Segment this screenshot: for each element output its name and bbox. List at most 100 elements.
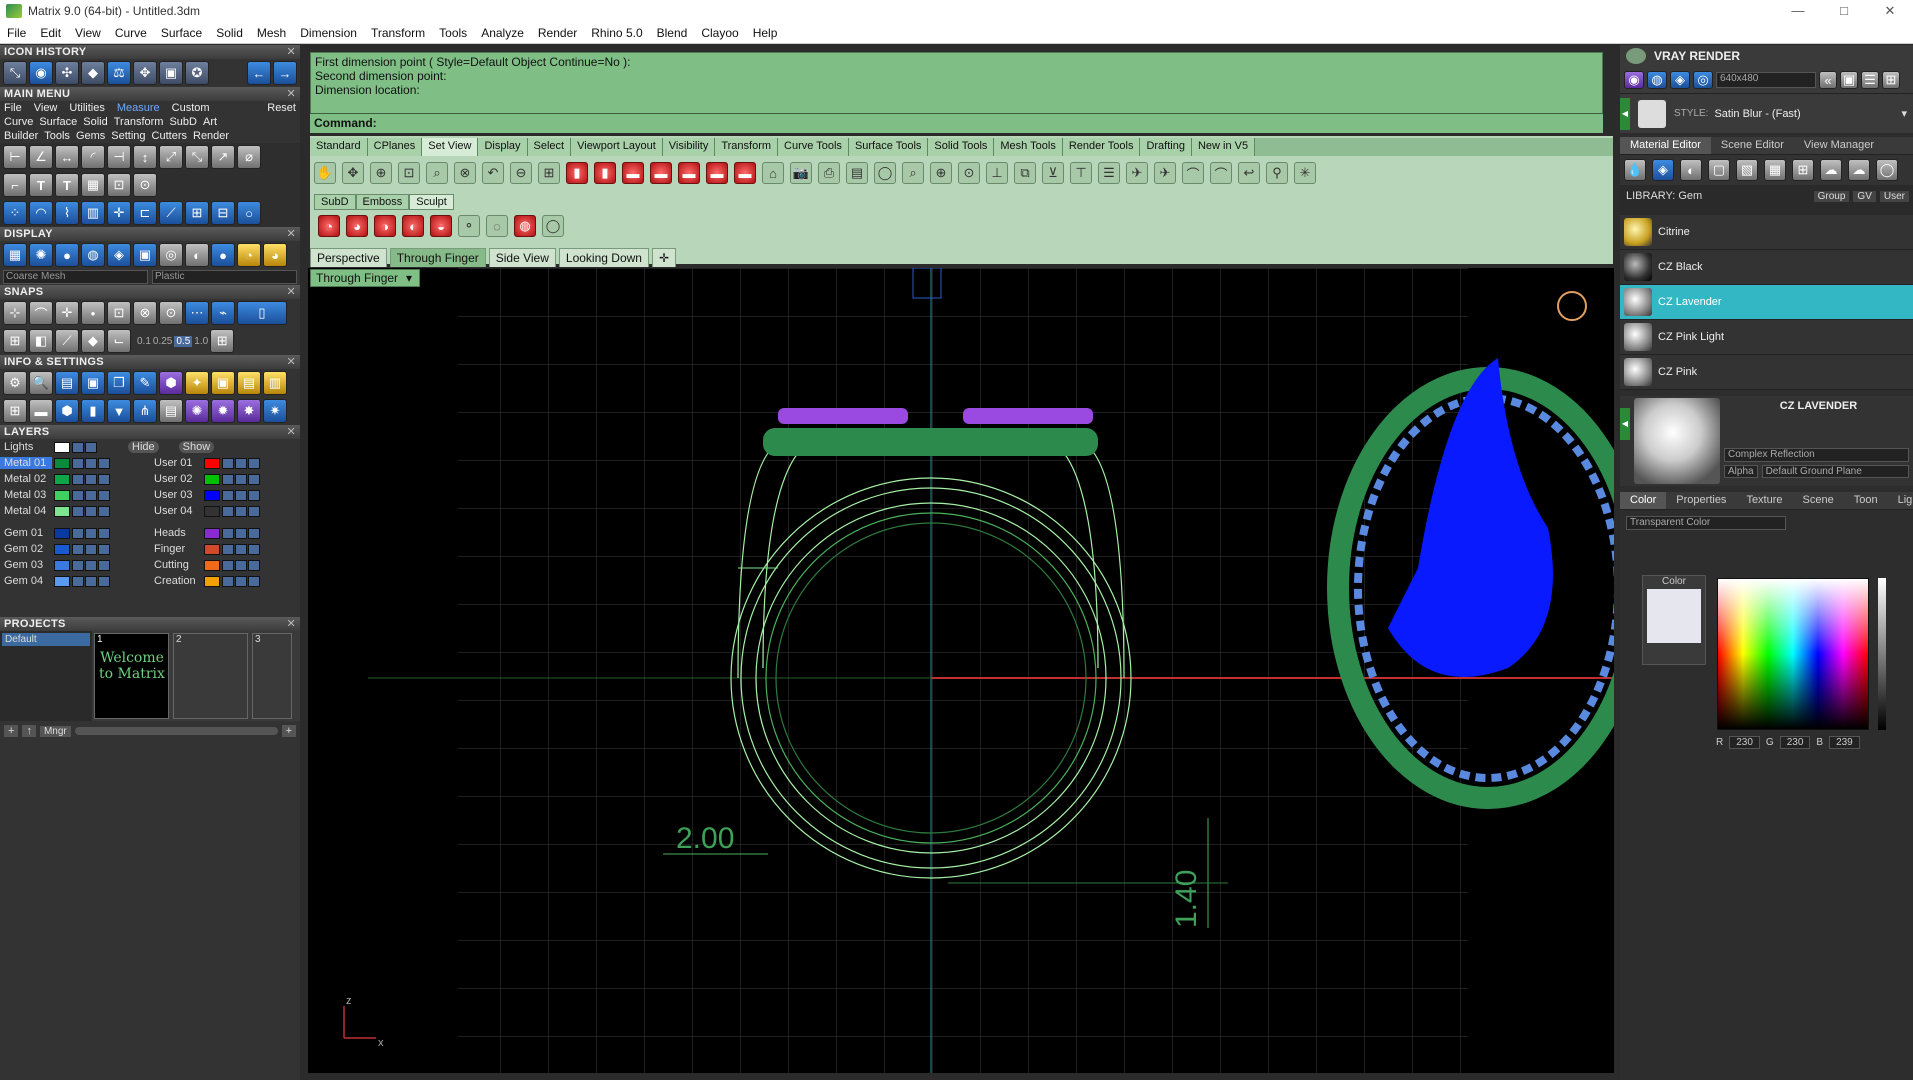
radius-icon[interactable]: ◜ [81,145,105,169]
layer-lock-toggle[interactable] [235,489,247,501]
group-button[interactable]: Group [1813,190,1850,202]
color-picker[interactable] [1717,578,1869,730]
layer-color-swatch[interactable] [204,575,220,587]
xray-icon[interactable]: ▣ [133,243,157,267]
zoom-extents-icon[interactable]: ⊡ [398,162,420,184]
zoom-selected-icon[interactable]: ⊗ [454,162,476,184]
ground-dropdown[interactable]: Default Ground Plane [1761,465,1909,478]
menu-edit[interactable]: Edit [33,26,68,40]
list-icon[interactable]: ☰ [1861,71,1879,89]
layer-visible-toggle[interactable] [222,505,234,517]
stripe-material-icon[interactable]: ▧ [1736,159,1758,181]
layer-color-swatch[interactable] [204,559,220,571]
snap-near-icon[interactable]: ⌒ [29,301,53,325]
tab-view-manager[interactable]: View Manager [1794,137,1884,154]
block-icon[interactable]: ▬ [29,399,53,423]
vp-tab-through-finger[interactable]: Through Finger [389,248,486,267]
render-view-2-icon[interactable]: ▮ [594,162,616,184]
project-thumb-1[interactable]: 1 Welcome to Matrix [94,633,169,719]
mm-utilities[interactable]: Utilities [69,102,104,114]
snap-int-icon[interactable]: ⊗ [133,301,157,325]
tab-display[interactable]: Display [478,138,528,156]
menu-help[interactable]: Help [746,26,785,40]
layer-color-swatch[interactable] [204,457,220,469]
layer-gem-03[interactable]: Gem 03 [0,557,150,573]
material-cz-pink[interactable]: CZ Pink [1620,355,1913,390]
frame-icon[interactable]: ▣ [1840,71,1858,89]
layer-color-swatch[interactable] [204,543,220,555]
sculpt-pinch-icon[interactable]: ◐ [402,215,424,237]
hide-button[interactable]: Hide [128,441,159,453]
project-thumb-3[interactable]: 3 [252,633,292,719]
resolution-dropdown[interactable]: 640x480 [1716,72,1816,88]
layer-visible-toggle[interactable] [72,505,84,517]
menu-transform[interactable]: Transform [364,26,432,40]
bars-icon[interactable]: ▥ [81,201,105,225]
layer-metal-04[interactable]: Metal 04 [0,503,150,519]
close-icon[interactable]: ✕ [286,45,296,59]
settings-tool-icon[interactable]: ✪ [185,61,209,85]
expand-icon[interactable]: ◀ [1620,97,1630,130]
snap-point-icon[interactable]: ✛ [55,301,79,325]
menu-tools[interactable]: Tools [432,26,474,40]
render-region-icon[interactable]: ◍ [1647,71,1667,89]
layer-visible-toggle[interactable] [72,559,84,571]
render-view-1-icon[interactable]: ▮ [566,162,588,184]
material-citrine[interactable]: Citrine [1620,215,1913,250]
sphere-material-icon[interactable]: ◐ [1680,159,1702,181]
snap-tan-icon[interactable]: ⋯ [185,301,209,325]
layer-heads[interactable]: Heads [150,525,300,541]
circle-icon[interactable]: ○ [237,201,261,225]
explode-icon[interactable]: ✹ [211,399,235,423]
export-icon[interactable]: ▥ [263,371,287,395]
layer-cutting[interactable]: Cutting [150,557,300,573]
cloud-material-icon[interactable]: ☁ [1820,159,1842,181]
tab-material-editor[interactable]: Material Editor [1620,137,1711,154]
tab-color[interactable]: Color [1620,492,1667,509]
bracket-icon[interactable]: ⊏ [133,201,157,225]
settings-icon[interactable]: ⚙ [3,371,27,395]
layer-visible-toggle[interactable] [222,559,234,571]
tab-lights[interactable]: Lights [1888,492,1913,509]
material-dropdown[interactable]: Plastic [152,270,297,284]
layer-creation[interactable]: Creation [150,573,300,589]
layer-render-toggle[interactable] [248,489,260,501]
tab-solid-tools[interactable]: Solid Tools [928,138,995,156]
layer-lock-toggle[interactable] [235,457,247,469]
ring-gizmo-icon[interactable] [1557,291,1587,321]
prev-icon[interactable]: « [1819,71,1837,89]
close-button[interactable]: ✕ [1867,0,1913,22]
vp-tab-perspective[interactable]: Perspective [310,248,387,267]
named-view-icon[interactable]: ⌂ [762,162,784,184]
ghosted-icon[interactable]: ◈ [107,243,131,267]
expand-icon[interactable]: ◀ [1620,408,1630,440]
layer-user-01[interactable]: User 01 [150,455,300,471]
car-perspective-icon[interactable]: ▬ [734,162,756,184]
layer-render-toggle[interactable] [248,505,260,517]
tab-properties[interactable]: Properties [1666,492,1736,509]
mm-render[interactable]: Render [193,130,229,142]
layer-lock-toggle[interactable] [235,543,247,555]
mm-subd[interactable]: SubD [169,116,197,128]
car-front-icon[interactable]: ▬ [622,162,644,184]
add-thumb-button[interactable]: + [281,725,296,737]
window-icon[interactable]: ▤ [237,371,261,395]
car-side-icon[interactable]: ▬ [650,162,672,184]
chevron-down-icon[interactable]: ▾ [406,271,412,285]
ortho-icon[interactable]: ⟋ [55,329,79,353]
layer-user-02[interactable]: User 02 [150,471,300,487]
mm-curve[interactable]: Curve [4,116,33,128]
render-start-icon[interactable]: ◉ [1624,71,1644,89]
sculpt-grab-icon[interactable]: ◍ [514,215,536,237]
layer-lock-toggle[interactable] [235,575,247,587]
stairs-icon[interactable]: ⟋ [159,201,183,225]
tab-set-view[interactable]: Set View [422,138,479,156]
layer-render-toggle[interactable] [248,473,260,485]
layer-render-toggle[interactable] [98,527,110,539]
layer-visible-toggle[interactable] [222,527,234,539]
menu-view[interactable]: View [68,26,108,40]
menu-curve[interactable]: Curve [108,26,154,40]
gumball-icon[interactable]: ⊙ [958,162,980,184]
layer-lock-toggle[interactable] [85,527,97,539]
snap-value-4[interactable]: 1.0 [194,336,208,347]
